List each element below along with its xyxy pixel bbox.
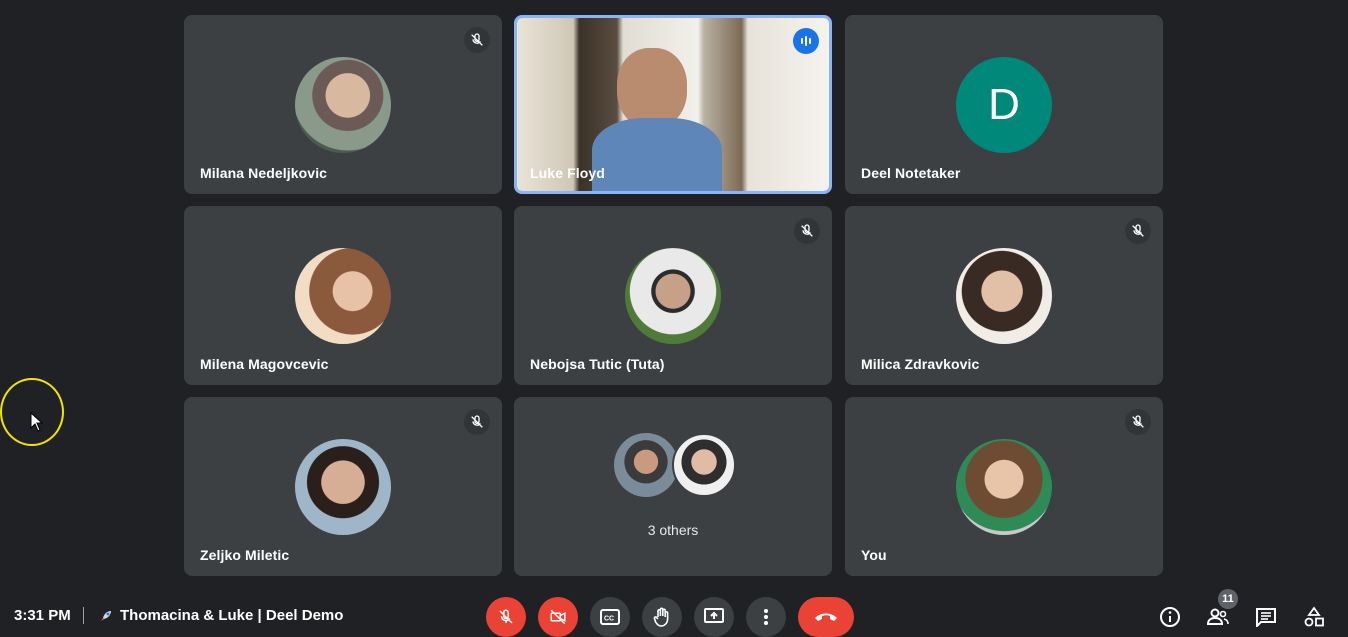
meeting-details-button[interactable] (1157, 604, 1183, 630)
mic-off-icon (1125, 218, 1151, 244)
closed-captions-icon: CC (600, 609, 620, 625)
avatar (614, 433, 678, 497)
avatar (672, 433, 736, 497)
chat-button[interactable] (1253, 604, 1279, 630)
activities-button[interactable] (1301, 604, 1327, 630)
people-icon (1206, 608, 1229, 625)
camera-toggle-button[interactable] (538, 597, 578, 637)
avatar (956, 248, 1052, 344)
participant-name: You (861, 547, 887, 563)
mic-off-icon (1125, 409, 1151, 435)
people-count-badge: 11 (1218, 589, 1238, 609)
hang-up-icon (815, 613, 837, 621)
avatar (625, 248, 721, 344)
activities-shapes-icon (1304, 606, 1324, 627)
chat-icon (1256, 608, 1276, 627)
microphone-toggle-button[interactable] (486, 597, 526, 637)
camera-off-icon (550, 609, 566, 625)
participant-name: Milica Zdravkovic (861, 356, 980, 372)
participant-tile-you[interactable]: You (845, 397, 1163, 576)
raise-hand-button[interactable] (642, 597, 682, 637)
mic-off-icon (464, 409, 490, 435)
participant-name: Zeljko Miletic (200, 547, 290, 563)
avatar (956, 439, 1052, 535)
mic-off-icon (464, 27, 490, 53)
meeting-title-text: Thomacina & Luke | Deel Demo (120, 607, 344, 624)
participant-tile-others[interactable]: 3 others (514, 397, 832, 576)
leave-call-button[interactable] (798, 597, 854, 637)
avatar (295, 57, 391, 153)
divider (83, 607, 84, 624)
mouse-pointer-icon (30, 412, 44, 432)
speaking-indicator-icon (793, 28, 819, 54)
meeting-clock: 3:31 PM (14, 607, 71, 624)
more-vert-icon (764, 609, 768, 625)
participant-tile-nebojsa[interactable]: Nebojsa Tutic (Tuta) (514, 206, 832, 385)
participant-name: Luke Floyd (530, 165, 605, 181)
participant-tile-milica[interactable]: Milica Zdravkovic (845, 206, 1163, 385)
meeting-title[interactable]: Thomacina & Luke | Deel Demo (98, 607, 343, 624)
avatar: D (956, 57, 1052, 153)
avatar (295, 439, 391, 535)
bottom-control-bar: 3:31 PM Thomacina & Luke | Deel Demo CC (0, 592, 1348, 637)
avatar (295, 248, 391, 344)
participant-name: Nebojsa Tutic (Tuta) (530, 356, 665, 372)
mic-off-icon (794, 218, 820, 244)
participant-name: Milana Nedeljkovic (200, 165, 328, 181)
participant-tile-deel-notetaker[interactable]: D Deel Notetaker (845, 15, 1163, 194)
mic-off-icon (499, 609, 513, 624)
participant-tile-milana[interactable]: Milana Nedeljkovic (184, 15, 502, 194)
captions-button[interactable]: CC (590, 597, 630, 637)
participant-tile-milena[interactable]: Milena Magovcevic (184, 206, 502, 385)
participant-tile-zeljko[interactable]: Zeljko Miletic (184, 397, 502, 576)
present-icon (704, 608, 724, 623)
rocket-icon (101, 610, 111, 621)
hand-icon (653, 607, 669, 627)
others-count-label: 3 others (647, 522, 699, 538)
present-screen-button[interactable] (694, 597, 734, 637)
participant-name: Deel Notetaker (861, 165, 961, 181)
info-icon (1160, 607, 1180, 627)
more-options-button[interactable] (746, 597, 786, 637)
participant-name: Milena Magovcevic (200, 356, 329, 372)
participant-tile-luke[interactable]: Luke Floyd (514, 15, 832, 194)
svg-text:CC: CC (604, 616, 614, 623)
